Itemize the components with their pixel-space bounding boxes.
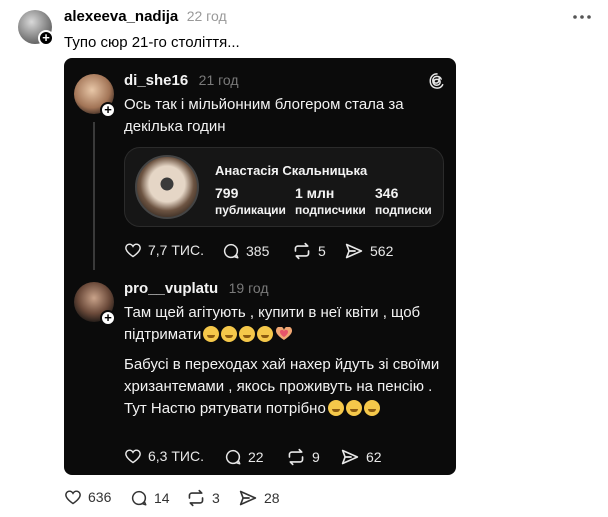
- follow-plus-icon[interactable]: +: [100, 102, 116, 118]
- share-count: 562: [370, 243, 394, 259]
- reply-text-1: Там щей агітують , купити в неї квіти , …: [124, 302, 444, 346]
- stat-value: 799: [215, 185, 239, 201]
- repost-button[interactable]: 5: [292, 242, 326, 260]
- reply-para-2: Бабусі в переходах хай нахер йдуть зі св…: [124, 356, 440, 417]
- comment-icon: [224, 448, 242, 466]
- like-button[interactable]: 7,7 ТИС.: [124, 242, 204, 258]
- pleading-emoji-icon: [203, 326, 220, 342]
- heart-hands-emoji-icon: [275, 326, 293, 340]
- reply-button[interactable]: 14: [130, 489, 170, 507]
- send-icon: [344, 242, 364, 260]
- reply-username[interactable]: pro__vuplatu: [124, 280, 218, 297]
- profile-stat: 799 публикации: [215, 185, 286, 217]
- share-button[interactable]: 28: [238, 489, 280, 507]
- repost-button[interactable]: 3: [186, 489, 220, 507]
- profile-name: Анастасія Скальницька: [215, 163, 368, 178]
- reply-button[interactable]: 385: [222, 242, 269, 260]
- heart-icon: [64, 489, 82, 505]
- follow-plus-icon[interactable]: +: [100, 310, 116, 326]
- original-time: 21 год: [198, 72, 239, 88]
- like-count: 636: [88, 489, 112, 505]
- reply-text-2: Бабусі в переходах хай нахер йдуть зі св…: [124, 354, 444, 420]
- reply-header: pro__vuplatu 19 год: [124, 280, 269, 298]
- profile-stat: 346 подписки: [375, 185, 432, 217]
- repost-count: 9: [312, 449, 320, 465]
- reply-count: 385: [246, 243, 270, 259]
- follow-plus-icon[interactable]: +: [38, 30, 54, 46]
- like-button[interactable]: 636: [64, 489, 111, 505]
- post-time: 22 год: [186, 8, 227, 24]
- stat-label: подписки: [375, 203, 432, 217]
- pleading-emoji-icon: [221, 326, 238, 342]
- comment-icon: [222, 242, 240, 260]
- author-username[interactable]: alexeeva_nadija: [64, 8, 178, 25]
- thread-connector: [93, 122, 95, 270]
- reply-count: 14: [154, 490, 170, 506]
- repost-icon: [292, 242, 312, 260]
- profile-card: Анастасія Скальницька 799 публикации 1 м…: [124, 147, 444, 227]
- stat-value: 346: [375, 185, 399, 201]
- profile-stat: 1 млн подписчики: [295, 185, 366, 217]
- pleading-emoji-icon: [257, 326, 274, 342]
- repost-count: 3: [212, 490, 220, 506]
- original-header: di_she16 21 год: [124, 72, 239, 90]
- embedded-thread-card[interactable]: + di_she16 21 год Ось так і мільйонним б…: [64, 58, 456, 475]
- stat-value: 1 млн: [295, 185, 335, 201]
- crying-emoji-icon: [327, 400, 344, 416]
- share-button[interactable]: 562: [344, 242, 393, 260]
- heart-icon: [124, 448, 142, 464]
- pleading-emoji-icon: [239, 326, 256, 342]
- heart-icon: [124, 242, 142, 258]
- comment-icon: [130, 489, 148, 507]
- stat-label: подписчики: [295, 203, 366, 217]
- repost-icon: [286, 448, 306, 466]
- repost-count: 5: [318, 243, 326, 259]
- like-button[interactable]: 6,3 ТИС.: [124, 448, 204, 464]
- original-username[interactable]: di_she16: [124, 72, 188, 89]
- share-count: 62: [366, 449, 382, 465]
- share-count: 28: [264, 490, 280, 506]
- send-icon: [238, 489, 258, 507]
- share-button[interactable]: 62: [340, 448, 382, 466]
- more-dots-icon[interactable]: [572, 9, 592, 25]
- like-count: 6,3 ТИС.: [148, 448, 204, 464]
- send-icon: [340, 448, 360, 466]
- reply-time: 19 год: [228, 280, 269, 296]
- repost-button[interactable]: 9: [286, 448, 320, 466]
- original-text: Ось так і мільйонним блогером стала за д…: [124, 96, 404, 135]
- like-count: 7,7 ТИС.: [148, 242, 204, 258]
- repost-icon: [186, 489, 206, 507]
- reply-button[interactable]: 22: [224, 448, 264, 466]
- stat-label: публикации: [215, 203, 286, 217]
- reply-count: 22: [248, 449, 264, 465]
- crying-emoji-icon: [345, 400, 362, 416]
- profile-avatar: [135, 155, 199, 219]
- threads-logo-icon: [428, 72, 446, 90]
- post-text: Тупо сюр 21-го століття...: [64, 34, 240, 51]
- crying-emoji-icon: [363, 400, 380, 416]
- post-header: alexeeva_nadija 22 год: [64, 8, 227, 26]
